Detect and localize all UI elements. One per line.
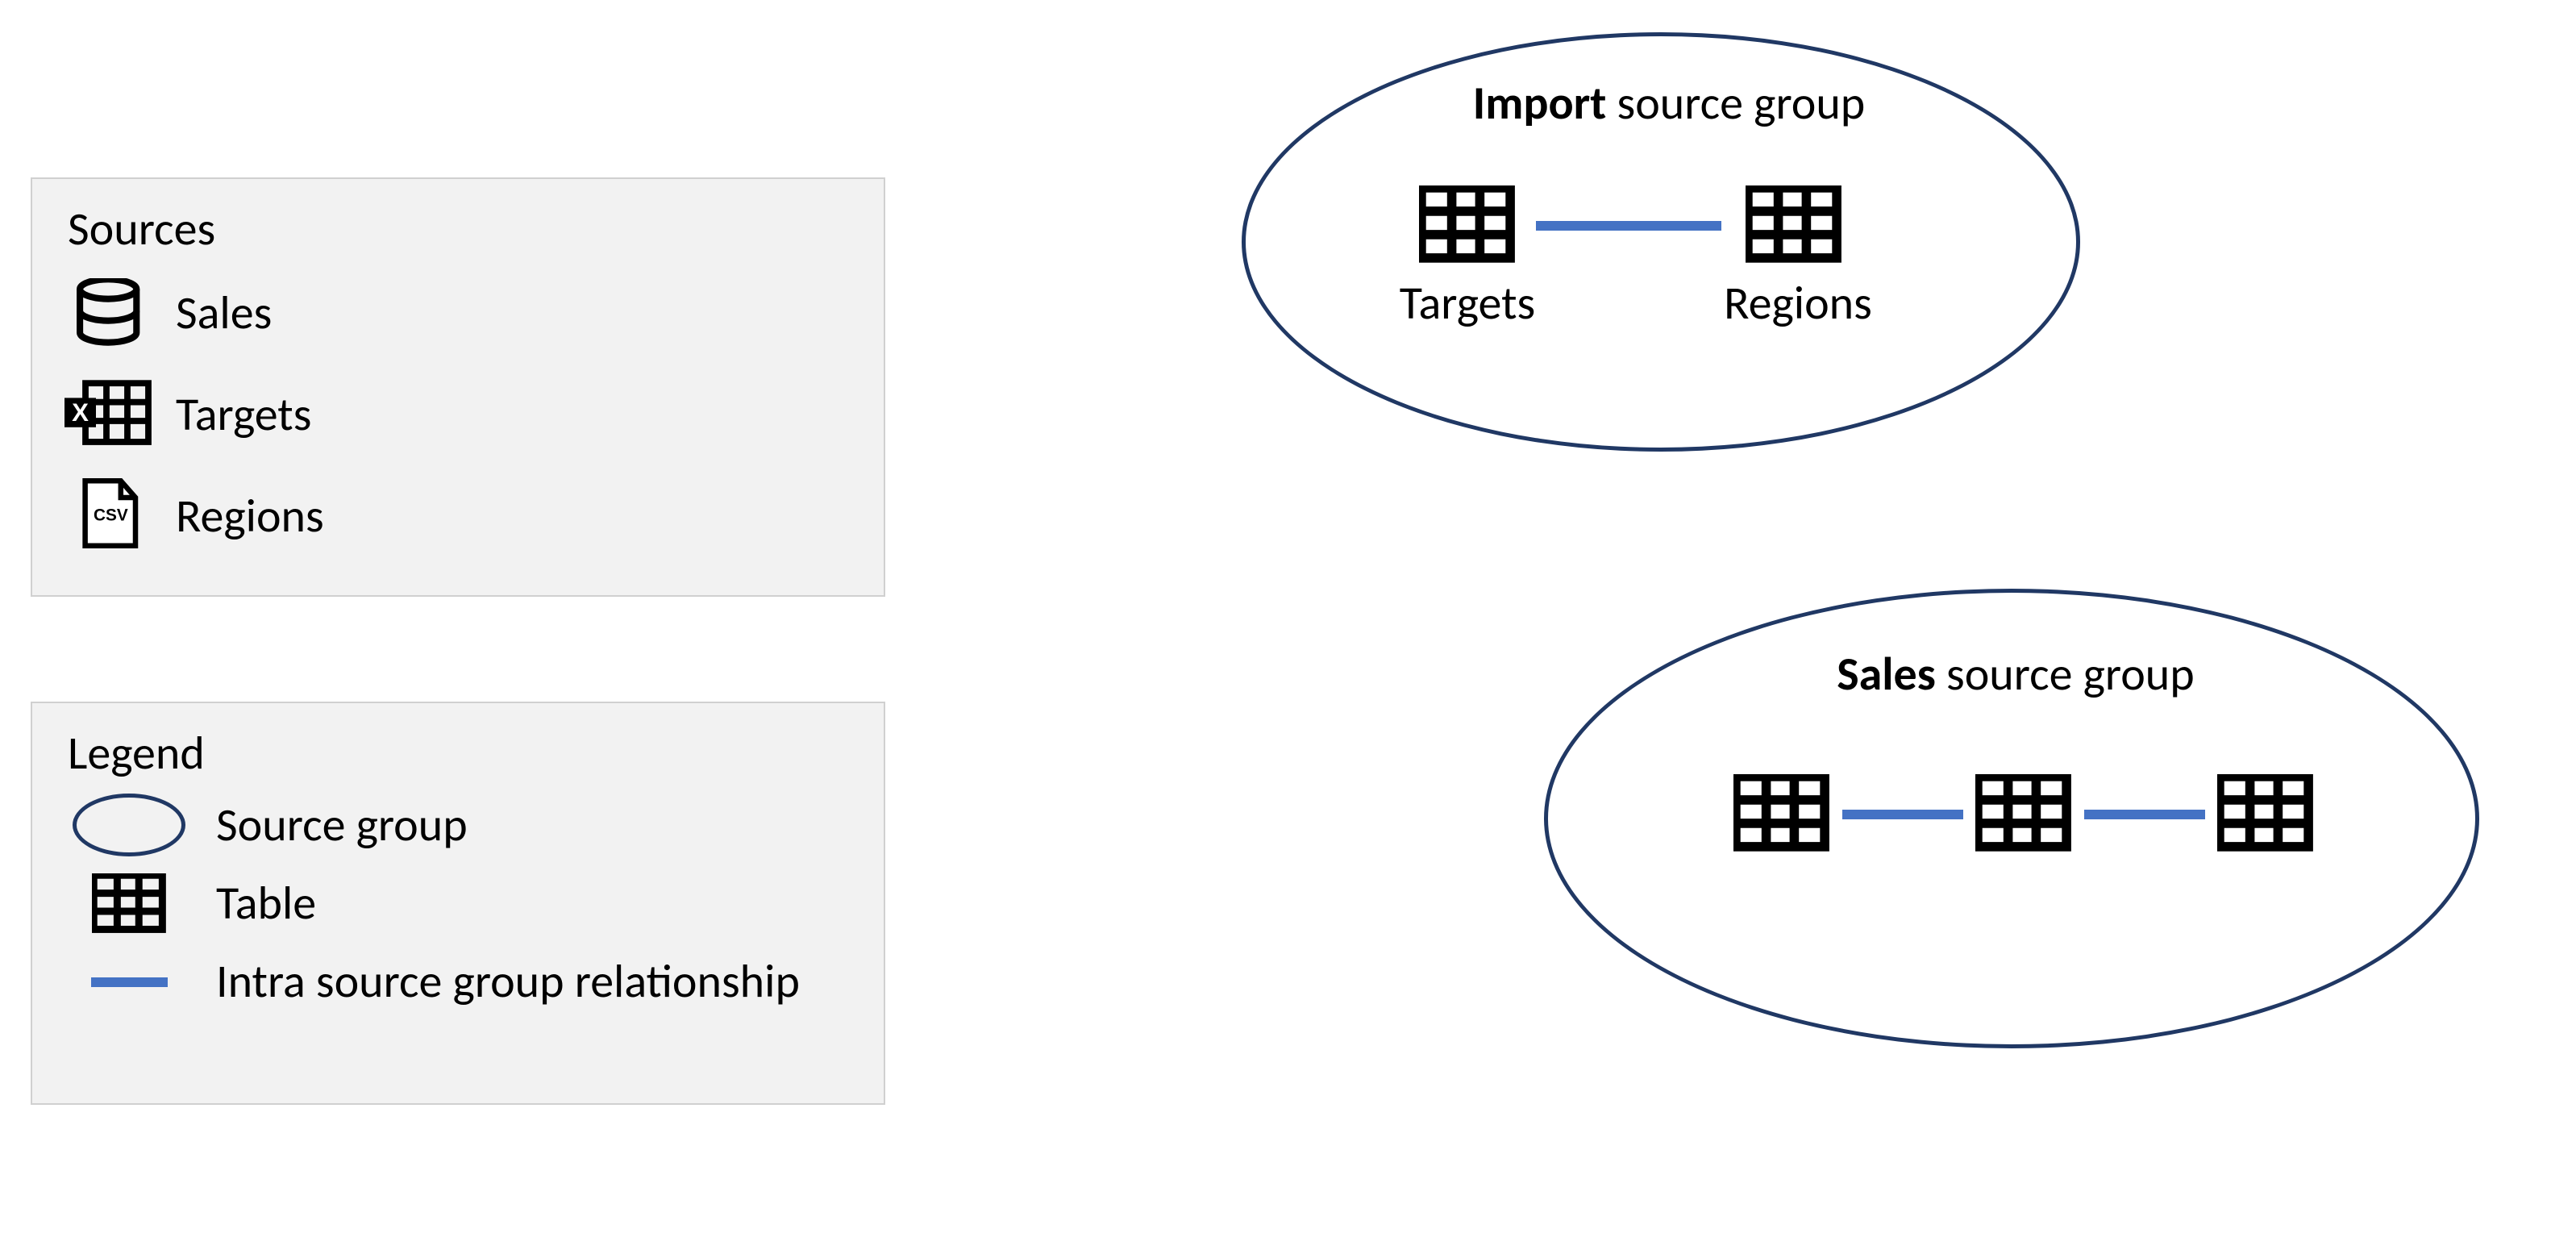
sales-group-title-bold: Sales bbox=[1837, 645, 1936, 702]
legend-item-label: Table bbox=[216, 874, 316, 931]
legend-item-table: Table bbox=[65, 874, 851, 931]
sources-panel: Sources Sales Targets Regions bbox=[31, 177, 885, 597]
csv-file-icon bbox=[65, 475, 153, 556]
source-item-sales: Sales bbox=[65, 272, 851, 352]
ellipse-icon bbox=[65, 797, 194, 853]
legend-panel: Legend Source group Table Intra source g… bbox=[31, 702, 885, 1105]
legend-item-label: Intra source group relationship bbox=[216, 952, 800, 1010]
table-icon bbox=[65, 875, 194, 931]
source-item-label: Regions bbox=[176, 487, 324, 544]
import-group-title-rest: source group bbox=[1606, 74, 1865, 131]
import-table-targets-icon bbox=[1419, 185, 1516, 267]
diagram-canvas: Sources Sales Targets Regions Legend bbox=[0, 0, 2576, 1254]
sources-panel-title: Sources bbox=[68, 200, 851, 257]
source-item-label: Sales bbox=[176, 284, 272, 341]
source-item-regions: Regions bbox=[65, 475, 851, 556]
import-table-targets-label: Targets bbox=[1379, 274, 1556, 331]
legend-item-source-group: Source group bbox=[65, 796, 851, 853]
sales-relationship-line-2 bbox=[2084, 810, 2205, 819]
sales-group-title: Sales source group bbox=[1774, 645, 2258, 702]
sales-table-1-icon bbox=[1733, 774, 1830, 856]
excel-icon bbox=[65, 373, 153, 454]
sales-relationship-line-1 bbox=[1842, 810, 1963, 819]
import-table-regions-icon bbox=[1746, 185, 1842, 267]
source-item-targets: Targets bbox=[65, 373, 851, 454]
import-group-title: Import source group bbox=[1411, 74, 1927, 131]
source-item-label: Targets bbox=[176, 385, 311, 443]
legend-item-label: Source group bbox=[216, 796, 468, 853]
import-table-regions-label: Regions bbox=[1705, 274, 1891, 331]
legend-panel-title: Legend bbox=[68, 724, 851, 781]
import-relationship-line bbox=[1536, 221, 1721, 231]
sales-table-3-icon bbox=[2217, 774, 2314, 856]
sales-group-title-rest: source group bbox=[1936, 645, 2195, 702]
relationship-line-icon bbox=[65, 953, 194, 1010]
import-group-title-bold: Import bbox=[1473, 74, 1607, 131]
legend-item-relationship: Intra source group relationship bbox=[65, 952, 851, 1010]
database-icon bbox=[65, 272, 153, 352]
sales-table-2-icon bbox=[1975, 774, 2072, 856]
